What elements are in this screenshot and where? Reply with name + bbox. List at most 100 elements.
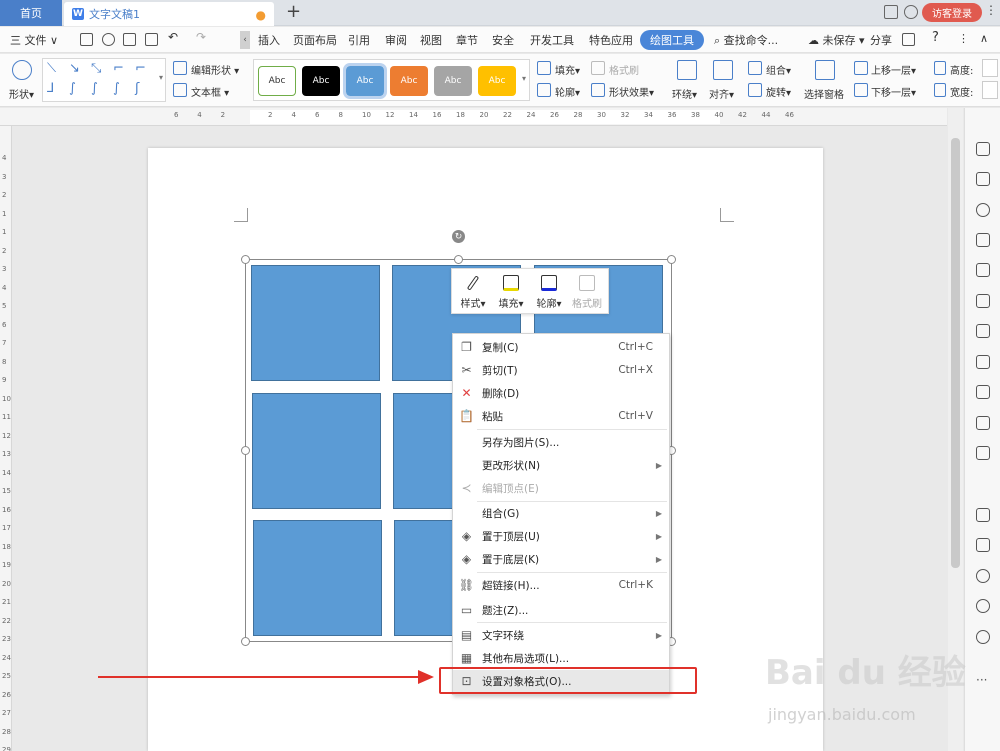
menu-item-send-to-back[interactable]: ◈ 置于底层(K) ▶ xyxy=(453,548,669,570)
style-swatch-gray[interactable]: Abc xyxy=(434,66,472,96)
settings-sliders-icon[interactable] xyxy=(976,385,990,399)
curve-connector-icon[interactable]: ∫ xyxy=(69,81,76,96)
double-arrow-shape-icon[interactable]: ⤡ xyxy=(91,61,101,76)
line-shape-icon[interactable]: ⟍ xyxy=(47,61,56,76)
format-brush-button[interactable]: 格式刷 xyxy=(609,62,639,77)
menu-developer[interactable]: 开发工具 xyxy=(530,32,574,48)
save-icon[interactable] xyxy=(80,33,93,46)
shape-style-gallery[interactable]: Abc Abc Abc Abc Abc Abc ▾ xyxy=(253,59,530,101)
arrow-shape-icon[interactable]: ↘ xyxy=(69,61,80,76)
menu-page-layout[interactable]: 页面布局 xyxy=(293,32,337,48)
help-icon[interactable]: ? xyxy=(932,30,939,45)
menu-special[interactable]: 特色应用 xyxy=(589,32,633,48)
menu-file[interactable]: 三 文件 ∨ xyxy=(10,32,58,48)
fill-button[interactable]: 填充▾ xyxy=(555,62,580,77)
style-swatch-gold[interactable]: Abc xyxy=(478,66,516,96)
ribbon-collapse-icon[interactable]: ∧ xyxy=(980,32,988,45)
menu-item-text-wrap[interactable]: ▤ 文字环绕 ▶ xyxy=(453,624,669,646)
menu-security[interactable]: 安全 xyxy=(492,32,514,48)
panel-more-icon[interactable]: ··· xyxy=(976,673,987,687)
tab-document[interactable]: W 文字文稿1 ● xyxy=(64,2,274,26)
archive-icon[interactable] xyxy=(976,508,990,522)
print-icon[interactable] xyxy=(123,33,136,46)
cursor-icon[interactable] xyxy=(976,172,990,186)
style-swatch-orange[interactable]: Abc xyxy=(390,66,428,96)
ribbon-scroll-left-icon[interactable]: ‹ xyxy=(240,31,250,49)
style-swatch-blue[interactable]: Abc xyxy=(343,63,387,99)
share-out-icon[interactable] xyxy=(976,446,990,460)
bring-forward-button[interactable]: 上移一层▾ xyxy=(871,62,916,77)
tab-home[interactable]: 首页 xyxy=(0,0,62,26)
menu-item-cut[interactable]: ✂ 剪切(T) Ctrl+X xyxy=(453,359,669,381)
layers-icon[interactable] xyxy=(976,263,990,277)
menu-references[interactable]: 引用 xyxy=(348,32,370,48)
mini-brush-button[interactable]: 格式刷 xyxy=(568,273,606,311)
unsaved-status[interactable]: ☁ 未保存 ▾ xyxy=(808,32,865,48)
menu-item-copy[interactable]: ❐ 复制(C) Ctrl+C xyxy=(453,336,669,358)
shape-button[interactable]: 形状▾ xyxy=(9,86,34,101)
selection-pane-icon[interactable] xyxy=(815,60,835,80)
elbow-double-icon[interactable]: ⅃ xyxy=(47,81,54,96)
gallery-expand-icon[interactable]: ▾ xyxy=(159,73,163,82)
shield-icon[interactable] xyxy=(976,569,990,583)
resize-handle-t[interactable] xyxy=(454,255,463,264)
edit-shape-button[interactable]: 编辑形状 ▾ xyxy=(191,62,239,77)
undo-icon[interactable]: ↶ xyxy=(168,30,178,44)
scrollbar-thumb[interactable] xyxy=(951,138,960,568)
history-icon[interactable] xyxy=(976,599,990,613)
vertical-ruler[interactable]: 4 3 2 1 1 2 3 4 5 6 7 8 9 10 11 12 13 14 15 16 17 18 19 20 21 22 2… xyxy=(0,126,12,751)
skin-icon[interactable] xyxy=(904,5,918,19)
rotate-button[interactable]: 旋转▾ xyxy=(766,84,791,99)
help-circle-icon[interactable] xyxy=(976,630,990,644)
new-tab-button[interactable]: + xyxy=(286,1,301,22)
mini-style-button[interactable]: 样式▾ xyxy=(454,273,492,311)
menu-item-save-as-image[interactable]: 另存为图片(S)... xyxy=(453,431,669,453)
resize-handle-tr[interactable] xyxy=(667,255,676,264)
login-button[interactable]: 访客登录 xyxy=(922,3,982,22)
share-button[interactable]: 分享 xyxy=(870,32,892,48)
menu-item-group[interactable]: 组合(G) ▶ xyxy=(453,502,669,524)
menu-insert[interactable]: 插入 xyxy=(258,32,280,48)
textbox-button[interactable]: 文本框 ▾ xyxy=(191,84,229,99)
menu-drawing-tools[interactable]: 绘图工具 xyxy=(640,30,704,50)
resize-handle-l[interactable] xyxy=(241,446,250,455)
menu-item-change-shape[interactable]: 更改形状(N) ▶ xyxy=(453,454,669,476)
send-backward-button[interactable]: 下移一层▾ xyxy=(871,84,916,99)
picture-icon[interactable] xyxy=(976,538,990,552)
resize-handle-tl[interactable] xyxy=(241,255,250,264)
redo-icon[interactable]: ↷ xyxy=(196,30,206,44)
print-preview-icon[interactable] xyxy=(145,33,158,46)
grid-cell[interactable] xyxy=(251,265,380,381)
shapes-icon[interactable] xyxy=(976,233,990,247)
rotate-handle-icon[interactable]: ↻ xyxy=(452,230,465,243)
group-button[interactable]: 组合▾ xyxy=(766,62,791,77)
title-more-icon[interactable]: ⋮ xyxy=(985,3,997,17)
elbow-arrow-icon[interactable]: ⌐ xyxy=(135,61,146,76)
menu-more-icon[interactable]: ⋮ xyxy=(958,32,969,45)
shape-effect-button[interactable]: 形状效果▾ xyxy=(609,84,654,99)
align-button[interactable]: 对齐▾ xyxy=(709,86,734,101)
curve-double-icon[interactable]: ∫ xyxy=(113,81,120,96)
chart-icon[interactable] xyxy=(976,355,990,369)
pen-icon[interactable] xyxy=(976,142,990,156)
search-command[interactable]: ⌕ 查找命令... xyxy=(714,32,778,48)
curve-arrow-icon[interactable]: ∫ xyxy=(91,81,98,96)
width-input[interactable] xyxy=(982,81,998,99)
style-swatch-black[interactable]: Abc xyxy=(302,66,340,96)
wrap-icon[interactable] xyxy=(677,60,697,80)
menu-view[interactable]: 视图 xyxy=(420,32,442,48)
horizontal-ruler[interactable]: 6 4 2 2 4 6 8 10 12 14 16 18 20 22 24 26 28 30 32 34 36 38 40 4… xyxy=(0,108,947,126)
menu-item-caption[interactable]: ▭ 题注(Z)... xyxy=(453,599,669,621)
menu-item-more-layout[interactable]: ▦ 其他布局选项(L)... xyxy=(453,647,669,669)
pin-icon[interactable] xyxy=(902,33,915,46)
apps-icon[interactable] xyxy=(976,324,990,338)
menu-item-paste[interactable]: 📋 粘贴 Ctrl+V xyxy=(453,405,669,427)
menu-review[interactable]: 审阅 xyxy=(385,32,407,48)
align-icon[interactable] xyxy=(713,60,733,80)
mini-outline-button[interactable]: 轮廓▾ xyxy=(530,273,568,311)
menu-item-hyperlink[interactable]: ⛓ 超链接(H)... Ctrl+K xyxy=(453,574,669,596)
wrap-button[interactable]: 环绕▾ xyxy=(672,86,697,101)
grid-cell[interactable] xyxy=(252,393,381,509)
export-icon[interactable] xyxy=(102,33,115,46)
mini-fill-button[interactable]: 填充▾ xyxy=(492,273,530,311)
